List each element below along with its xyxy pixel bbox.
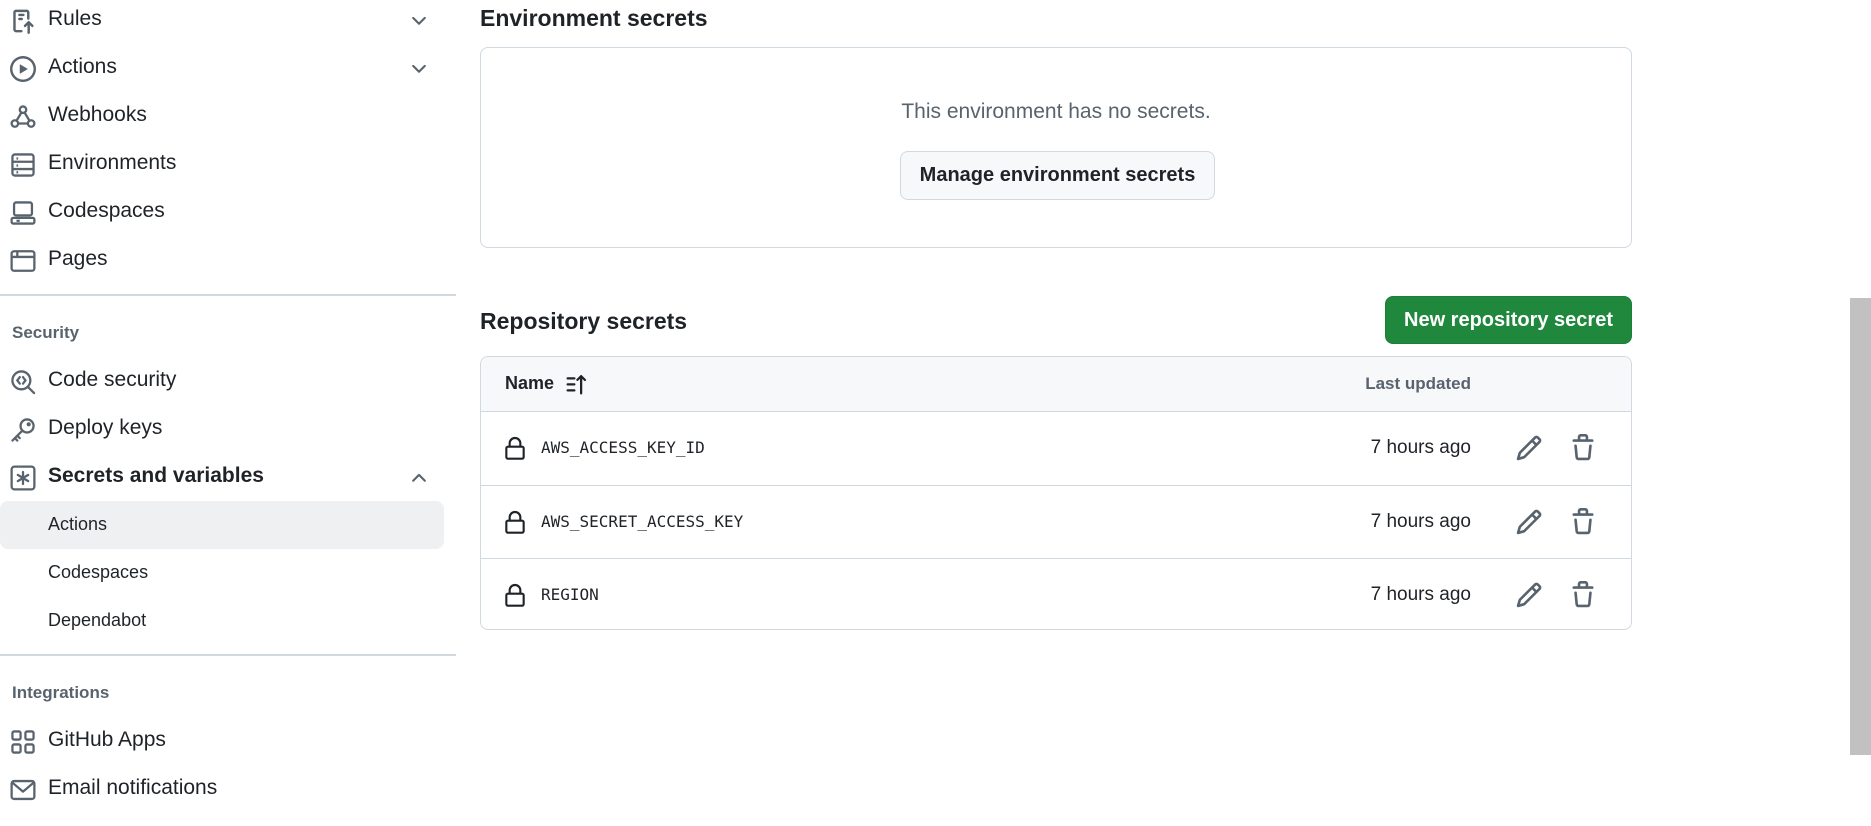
sidebar-item-webhooks[interactable]: Webhooks — [0, 94, 444, 138]
sidebar-item-code-security[interactable]: Code security — [0, 359, 444, 403]
sidebar-section-integrations: Integrations — [12, 683, 110, 702]
apps-icon — [10, 729, 36, 755]
table-row: AWS_ACCESS_KEY_ID 7 hours ago — [481, 412, 1631, 485]
sidebar-item-label: Codespaces — [48, 199, 165, 222]
table-row: AWS_SECRET_ACCESS_KEY 7 hours ago — [481, 485, 1631, 558]
sidebar-item-deploy-keys[interactable]: Deploy keys — [0, 407, 444, 451]
sidebar-section-security: Security — [12, 323, 80, 342]
trash-icon[interactable] — [1569, 508, 1597, 536]
asterisk-icon — [10, 465, 36, 491]
sidebar-item-secrets-and-variables[interactable]: Secrets and variables — [0, 455, 444, 499]
pencil-icon[interactable] — [1515, 581, 1543, 609]
pencil-icon[interactable] — [1515, 508, 1543, 536]
page-scrollbar[interactable] — [1847, 0, 1871, 826]
settings-sidebar: Rules Actions Webhooks Environments Code… — [0, 0, 456, 826]
lock-icon — [504, 583, 526, 607]
sidebar-item-label: Pages — [48, 247, 108, 270]
sidebar-subitem-actions[interactable]: Actions — [0, 501, 444, 549]
scrollbar-thumb[interactable] — [1850, 298, 1871, 755]
sidebar-item-actions[interactable]: Actions — [0, 46, 444, 90]
play-icon — [10, 56, 36, 82]
codespaces-icon — [10, 200, 36, 226]
sidebar-item-codespaces[interactable]: Codespaces — [0, 190, 444, 234]
rules-icon — [10, 8, 36, 34]
column-header-last-updated: Last updated — [1365, 374, 1471, 393]
sidebar-item-label: Code security — [48, 368, 177, 391]
sidebar-subitem-codespaces[interactable]: Codespaces — [0, 549, 444, 597]
webhook-icon — [10, 104, 36, 130]
sidebar-subitem-label: Actions — [48, 514, 108, 534]
mail-icon — [10, 777, 36, 803]
sidebar-item-label: Webhooks — [48, 103, 147, 126]
pencil-icon[interactable] — [1515, 434, 1543, 462]
sidebar-item-rules[interactable]: Rules — [0, 0, 444, 42]
environment-secrets-empty-message: This environment has no secrets. — [901, 100, 1211, 123]
sidebar-item-environments[interactable]: Environments — [0, 142, 444, 186]
secret-name: REGION — [541, 585, 599, 604]
sidebar-item-label: Email notifications — [48, 776, 218, 799]
codescan-icon — [10, 369, 36, 395]
secret-last-updated: 7 hours ago — [1370, 584, 1471, 605]
environment-secrets-box: This environment has no secrets. Manage … — [480, 47, 1632, 248]
secret-last-updated: 7 hours ago — [1370, 437, 1471, 458]
lock-icon — [504, 510, 526, 534]
sidebar-divider — [0, 654, 456, 656]
trash-icon[interactable] — [1569, 434, 1597, 462]
table-header: Name Last updated — [481, 357, 1631, 412]
server-icon — [10, 152, 36, 178]
lock-icon — [504, 436, 526, 460]
sidebar-item-label: Rules — [48, 7, 102, 30]
column-header-name[interactable]: Name — [505, 373, 554, 394]
secret-name: AWS_ACCESS_KEY_ID — [541, 438, 705, 457]
sidebar-divider — [0, 294, 456, 296]
manage-environment-secrets-button[interactable]: Manage environment secrets — [900, 151, 1215, 200]
repository-secrets-title: Repository secrets — [480, 308, 688, 334]
sidebar-subitem-label: Dependabot — [48, 610, 147, 630]
secret-name: AWS_SECRET_ACCESS_KEY — [541, 512, 744, 531]
sidebar-item-label: Deploy keys — [48, 416, 163, 439]
key-icon — [10, 417, 36, 443]
sidebar-item-pages[interactable]: Pages — [0, 238, 444, 282]
sidebar-item-label: GitHub Apps — [48, 728, 166, 751]
secret-last-updated: 7 hours ago — [1370, 511, 1471, 532]
trash-icon[interactable] — [1569, 581, 1597, 609]
chevron-up-icon[interactable] — [408, 467, 430, 489]
repository-secrets-table: Name Last updated AWS_ACCESS_KEY_ID 7 ho… — [480, 356, 1632, 630]
sidebar-item-label: Actions — [48, 55, 117, 78]
sidebar-item-email-notifications[interactable]: Email notifications — [0, 767, 444, 811]
sidebar-item-label: Secrets and variables — [48, 464, 264, 487]
sidebar-item-label: Environments — [48, 151, 177, 174]
table-row: REGION 7 hours ago — [481, 558, 1631, 629]
browser-icon — [10, 248, 36, 274]
chevron-down-icon[interactable] — [408, 10, 430, 32]
sort-ascending-icon[interactable] — [565, 372, 589, 396]
chevron-down-icon[interactable] — [408, 58, 430, 80]
new-repository-secret-button[interactable]: New repository secret — [1385, 296, 1632, 344]
sidebar-subitem-dependabot[interactable]: Dependabot — [0, 597, 444, 645]
environment-secrets-title: Environment secrets — [480, 5, 708, 31]
sidebar-subitem-label: Codespaces — [48, 562, 149, 582]
secrets-main-content: Environment secrets This environment has… — [480, 0, 1632, 826]
sidebar-item-github-apps[interactable]: GitHub Apps — [0, 719, 444, 763]
